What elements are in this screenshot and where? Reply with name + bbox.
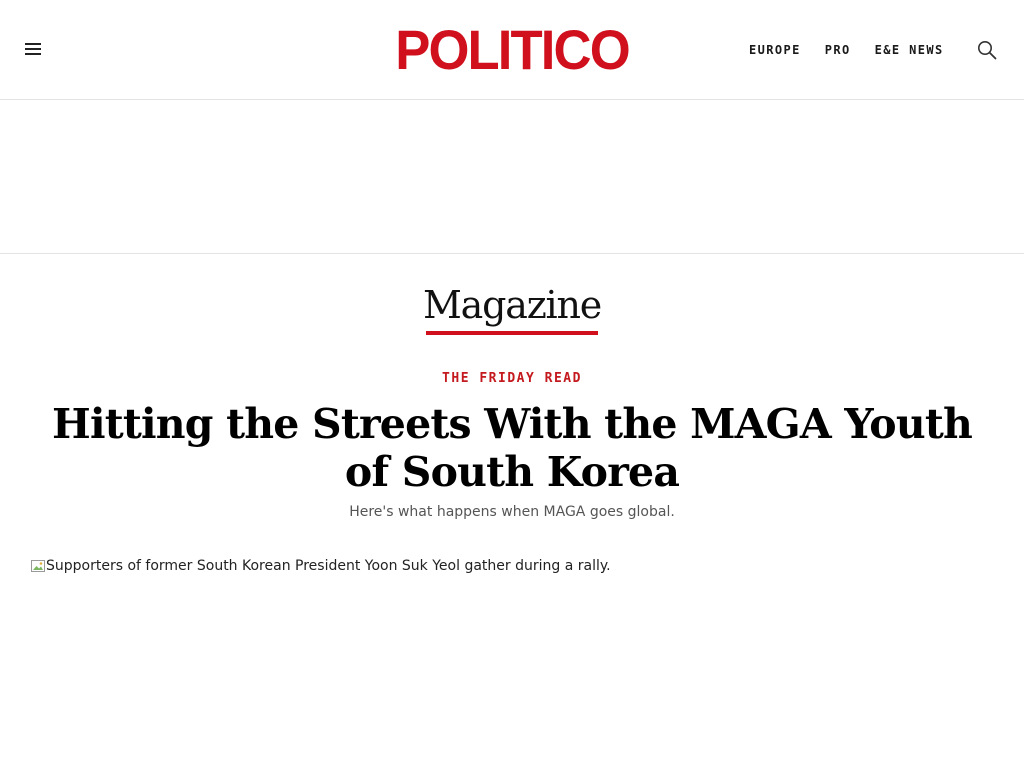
politico-logo[interactable]: POLITICO bbox=[389, 22, 635, 78]
article-headline: Hitting the Streets With the MAGA Youth … bbox=[52, 400, 973, 496]
site-header: POLITICO EUROPE PRO E&E NEWS bbox=[0, 0, 1024, 100]
menu-bar bbox=[25, 43, 41, 45]
hero-image: Supporters of former South Korean Presid… bbox=[30, 556, 994, 768]
ad-slot bbox=[0, 101, 1024, 254]
top-nav: EUROPE PRO E&E NEWS bbox=[749, 41, 944, 59]
hamburger-menu-icon[interactable] bbox=[25, 43, 41, 57]
search-icon-graphic bbox=[978, 41, 997, 60]
section-underline bbox=[426, 331, 598, 335]
nav-link-ee-news[interactable]: E&E NEWS bbox=[875, 43, 944, 57]
search-icon[interactable] bbox=[977, 40, 997, 60]
section-label-magazine[interactable]: Magazine bbox=[412, 282, 612, 335]
nav-link-europe[interactable]: EUROPE bbox=[749, 43, 801, 57]
article-kicker[interactable]: THE FRIDAY READ bbox=[0, 371, 1024, 386]
section-name: Magazine bbox=[422, 283, 602, 327]
hero-image-alt-text: Supporters of former South Korean Presid… bbox=[46, 558, 611, 574]
menu-bar bbox=[25, 53, 41, 55]
nav-link-pro[interactable]: PRO bbox=[825, 43, 851, 57]
menu-bar bbox=[25, 48, 41, 50]
broken-image-icon bbox=[31, 560, 45, 572]
article-dek: Here's what happens when MAGA goes globa… bbox=[349, 504, 675, 520]
